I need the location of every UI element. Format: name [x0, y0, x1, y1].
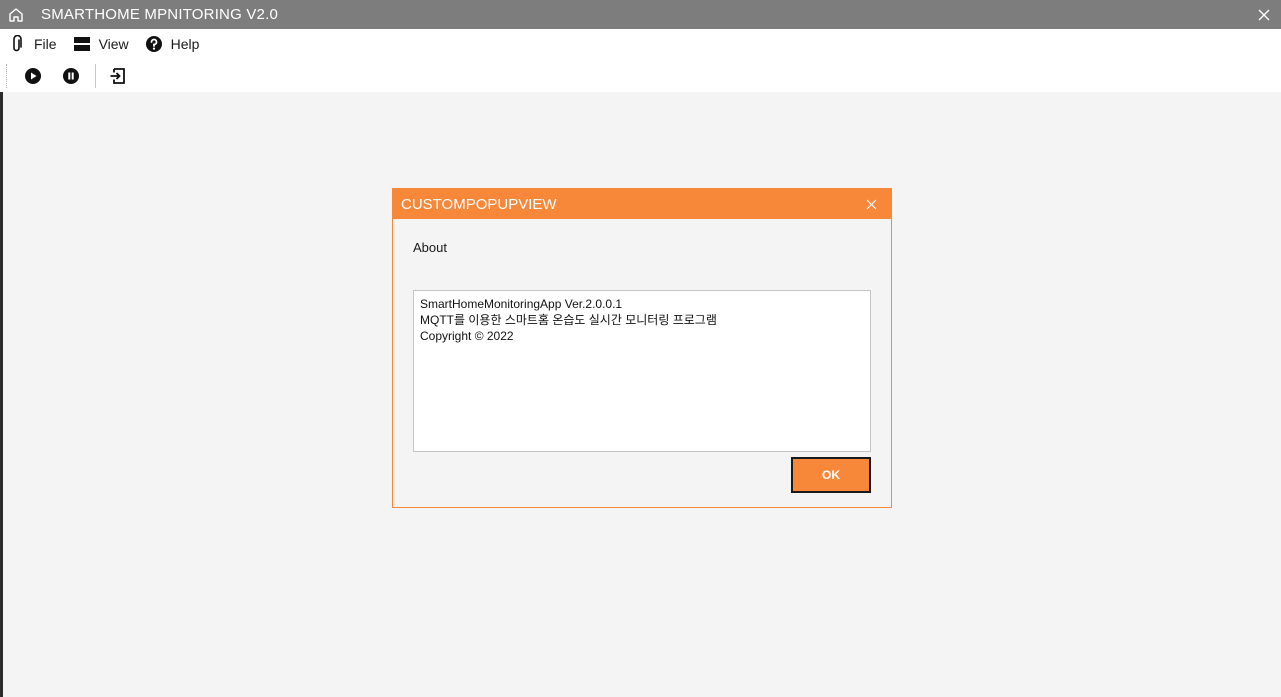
toolbar [0, 59, 1281, 92]
exit-button[interactable] [104, 62, 132, 90]
exit-icon [110, 67, 125, 84]
play-icon [25, 67, 41, 84]
about-heading: About [413, 240, 447, 255]
menu-help-label: Help [170, 36, 200, 52]
toolbar-separator [95, 63, 96, 88]
home-icon[interactable] [0, 0, 32, 29]
menu-bar: File View Help [0, 29, 1281, 59]
menu-view-label: View [98, 36, 129, 52]
layout-icon [71, 33, 93, 55]
menu-file-label: File [34, 36, 57, 52]
about-text-line: Copyright © 2022 [420, 329, 514, 343]
menu-view[interactable]: View [65, 29, 137, 59]
menu-file[interactable]: File [0, 29, 65, 59]
close-icon[interactable] [1247, 0, 1281, 29]
dialog-title: CUSTOMPOPUPVIEW [401, 195, 557, 213]
ok-button[interactable]: OK [791, 457, 871, 493]
paperclip-icon [6, 33, 28, 55]
menu-help[interactable]: Help [137, 29, 208, 59]
toolbar-grip[interactable] [6, 63, 9, 88]
about-text-line: MQTT를 이용한 스마트홈 온습도 실시간 모니터링 프로그램 [420, 313, 717, 327]
about-text-box[interactable]: SmartHomeMonitoringApp Ver.2.0.0.1 MQTT를… [413, 290, 871, 452]
play-button[interactable] [19, 62, 47, 90]
dialog-close-icon[interactable] [861, 194, 881, 214]
about-text-line: SmartHomeMonitoringApp Ver.2.0.0.1 [420, 297, 623, 311]
dialog-title-bar: CUSTOMPOPUPVIEW [393, 189, 891, 219]
question-icon [143, 33, 165, 55]
title-bar: SMARTHOME MPNITORING V2.0 [0, 0, 1281, 29]
window-title: SMARTHOME MPNITORING V2.0 [41, 6, 278, 23]
about-dialog: CUSTOMPOPUPVIEW About SmartHomeMonitorin… [392, 188, 892, 508]
pause-icon [63, 67, 79, 84]
pause-button[interactable] [57, 62, 85, 90]
